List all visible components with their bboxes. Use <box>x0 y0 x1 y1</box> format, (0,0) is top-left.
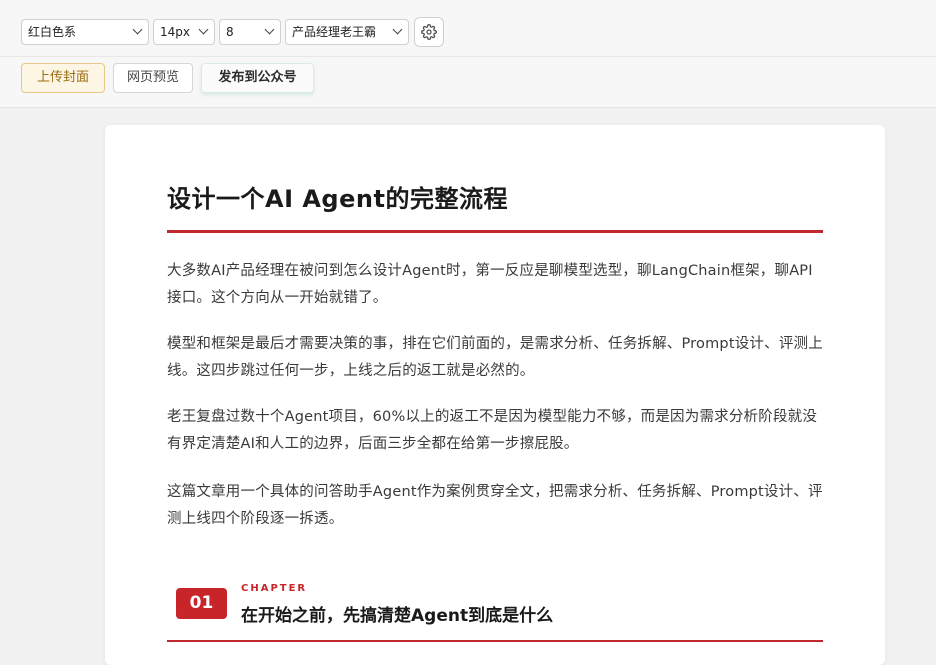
article-preview: 设计一个AI Agent的完整流程 大多数AI产品经理在被问到怎么设计Agent… <box>105 125 885 665</box>
upload-cover-button[interactable]: 上传封面 <box>21 63 105 93</box>
chapter-title: 在开始之前，先搞清楚Agent到底是什么 <box>241 606 554 626</box>
chevron-down-icon <box>392 24 403 35</box>
web-preview-button[interactable]: 网页预览 <box>113 63 193 93</box>
action-toolbar: 上传封面 网页预览 发布到公众号 <box>0 57 936 108</box>
article-paragraph: 老王复盘过数十个Agent项目，60%以上的返工不是因为模型能力不够，而是因为需… <box>167 409 818 452</box>
article-title: 设计一个AI Agent的完整流程 <box>167 185 508 213</box>
theme-select-value: 红白色系 <box>28 25 77 39</box>
chapter-number-badge: 01 <box>176 588 227 619</box>
gear-icon <box>421 24 437 40</box>
font-size-select[interactable]: 14px <box>153 19 215 45</box>
article-paragraph: 这篇文章用一个具体的问答助手Agent作为案例贯穿全文，把需求分析、任务拆解、P… <box>167 484 823 527</box>
chevron-down-icon <box>198 24 209 35</box>
settings-button[interactable] <box>414 17 444 47</box>
chevron-down-icon <box>132 24 143 35</box>
article-paragraph: 模型和框架是最后才需要决策的事，排在它们前面的，是需求分析、任务拆解、Promp… <box>167 336 823 379</box>
title-divider <box>167 230 823 233</box>
article-paragraph: 大多数AI产品经理在被问到怎么设计Agent时，第一反应是聊模型选型，聊Lang… <box>167 263 813 306</box>
publish-button[interactable]: 发布到公众号 <box>201 63 314 93</box>
chapter-divider <box>167 640 823 642</box>
author-select-value: 产品经理老王霸 <box>292 25 377 39</box>
theme-select[interactable]: 红白色系 <box>21 19 149 45</box>
spacing-select[interactable]: 8 <box>219 19 281 45</box>
font-size-select-value: 14px <box>160 25 190 39</box>
chevron-down-icon <box>264 24 275 35</box>
spacing-select-value: 8 <box>226 25 234 39</box>
chapter-label: CHAPTER <box>241 583 308 594</box>
author-select[interactable]: 产品经理老王霸 <box>285 19 409 45</box>
settings-toolbar: 红白色系 14px 8 产品经理老王霸 <box>0 0 936 57</box>
